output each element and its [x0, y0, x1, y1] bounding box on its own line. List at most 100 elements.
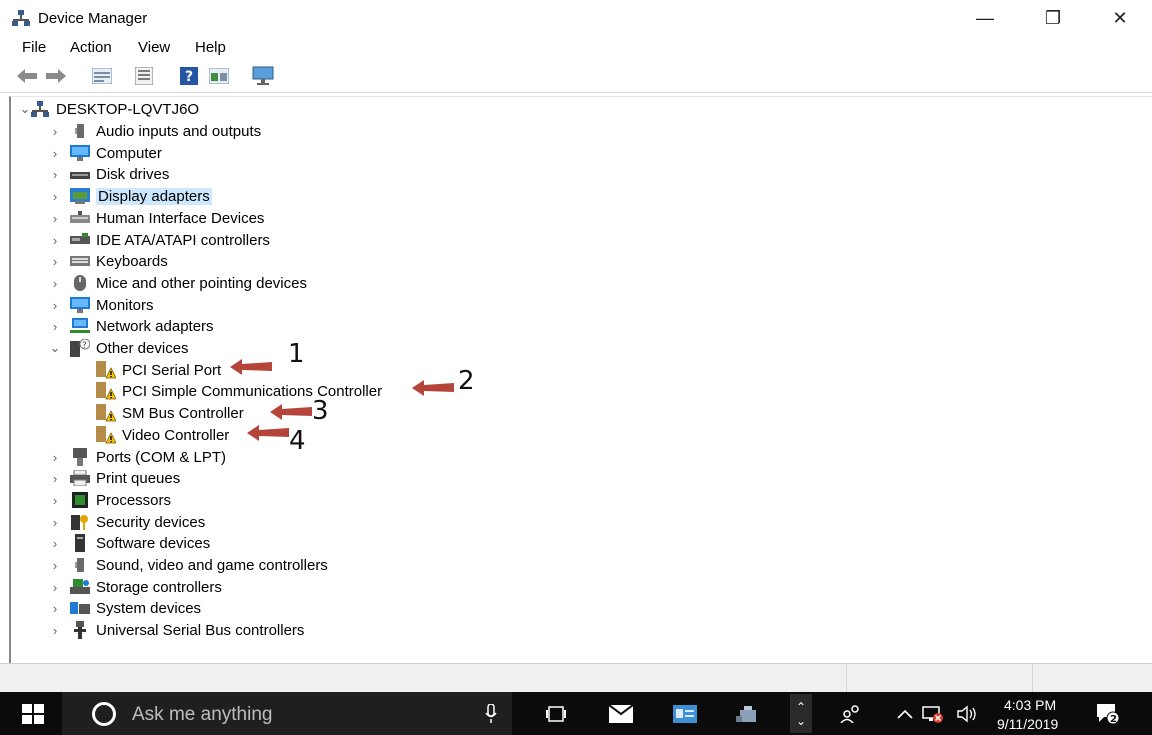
menu-action[interactable]: Action: [70, 39, 112, 56]
tree-category-item[interactable]: › Software devices: [53, 533, 210, 553]
tree-category-item[interactable]: › Print queues: [53, 468, 180, 488]
expand-chevron-icon[interactable]: ›: [48, 124, 62, 139]
network-disconnected-icon[interactable]: [920, 701, 946, 727]
tree-category-item[interactable]: › Computer: [53, 143, 162, 163]
tree-item-label: Audio inputs and outputs: [96, 122, 262, 140]
tree-root-node[interactable]: ⌄ DESKTOP-LQVTJ6O: [20, 99, 200, 119]
expand-chevron-icon[interactable]: ›: [48, 536, 62, 551]
tree-device-item[interactable]: Video Controller: [96, 425, 229, 445]
tree-category-item[interactable]: › Monitors: [53, 295, 154, 315]
close-button[interactable]: ✕: [1100, 4, 1140, 32]
help-icon[interactable]: ?: [178, 65, 200, 87]
expand-chevron-icon[interactable]: ›: [48, 233, 62, 248]
minimize-button[interactable]: —: [965, 4, 1005, 32]
ide-controller-icon: [70, 231, 90, 249]
tree-item-label: Display adapters: [96, 187, 212, 205]
warning-device-icon: [96, 361, 116, 379]
expand-chevron-icon[interactable]: ›: [48, 601, 62, 616]
expand-chevron-icon[interactable]: ›: [48, 189, 62, 204]
mail-icon[interactable]: [608, 701, 634, 727]
tree-category-item[interactable]: › Ports (COM & LPT): [53, 447, 226, 467]
tree-category-item[interactable]: › Security devices: [53, 512, 205, 532]
system-devices-icon: [70, 599, 90, 617]
tree-item-label: Video Controller: [122, 426, 230, 444]
taskbar-scroll-icon[interactable]: ⌃ ⌄: [790, 694, 812, 733]
expand-chevron-icon[interactable]: ›: [48, 493, 62, 508]
tree-item-label: Other devices: [96, 339, 189, 357]
tree-item-label: Monitors: [96, 296, 154, 314]
tree-category-item[interactable]: › Display adapters: [53, 186, 212, 206]
tree-item-label: Keyboards: [96, 252, 168, 270]
expand-chevron-icon[interactable]: ›: [48, 471, 62, 486]
warning-device-icon: [96, 426, 116, 444]
expand-chevron-icon[interactable]: ›: [48, 623, 62, 638]
forward-arrow-icon[interactable]: [45, 65, 67, 87]
disk-drive-icon: [70, 165, 90, 183]
clock-date[interactable]: 9/11/2019: [997, 716, 1058, 732]
tree-category-item[interactable]: › Mice and other pointing devices: [53, 273, 307, 293]
tree-category-item[interactable]: › Storage controllers: [53, 577, 222, 597]
expand-chevron-icon[interactable]: ›: [48, 319, 62, 334]
expand-chevron-icon[interactable]: ›: [48, 276, 62, 291]
tree-category-item[interactable]: › Universal Serial Bus controllers: [53, 620, 304, 640]
expand-chevron-icon[interactable]: ›: [48, 211, 62, 226]
tree-category-item[interactable]: › Disk drives: [53, 164, 170, 184]
tree-category-item[interactable]: › IDE ATA/ATAPI controllers: [53, 230, 270, 250]
task-view-icon[interactable]: [543, 701, 569, 727]
device-list-icon[interactable]: [133, 65, 155, 87]
expand-chevron-icon[interactable]: ›: [48, 167, 62, 182]
people-icon[interactable]: [838, 701, 864, 727]
update-driver-icon[interactable]: [208, 65, 230, 87]
cortana-search-box[interactable]: Ask me anything: [62, 692, 512, 735]
windows-start-icon[interactable]: [22, 704, 44, 724]
tree-category-item[interactable]: › Human Interface Devices: [53, 208, 265, 228]
collapse-chevron-icon[interactable]: ⌄: [48, 340, 62, 356]
expand-chevron-icon[interactable]: ›: [48, 298, 62, 313]
tree-item-label: IDE ATA/ATAPI controllers: [96, 231, 270, 249]
tree-category-item[interactable]: › Sound, video and game controllers: [53, 555, 328, 575]
tree-category-item[interactable]: › Keyboards: [53, 251, 168, 271]
tree-item-label: Storage controllers: [96, 578, 222, 596]
menu-help[interactable]: Help: [195, 39, 226, 56]
expand-chevron-icon[interactable]: ›: [48, 254, 62, 269]
tree-category-item[interactable]: › Network adapters: [53, 316, 214, 336]
tree-item-label: SM Bus Controller: [122, 404, 244, 422]
menu-file[interactable]: File: [22, 39, 46, 56]
scan-hardware-icon[interactable]: [252, 65, 274, 87]
volume-icon[interactable]: [955, 701, 981, 727]
tree-device-item[interactable]: SM Bus Controller: [96, 403, 244, 423]
expand-chevron-icon[interactable]: ›: [48, 580, 62, 595]
tree-category-item[interactable]: ⌄? Other devices: [50, 338, 189, 358]
menu-view[interactable]: View: [138, 39, 170, 56]
menu-bar: File Action View Help: [0, 36, 1152, 60]
mouse-icon: [70, 274, 90, 292]
status-bar: [0, 663, 1152, 692]
collapse-chevron-icon[interactable]: ⌄: [18, 101, 32, 117]
restore-button[interactable]: ❐: [1033, 4, 1073, 32]
tree-device-item[interactable]: PCI Simple Communications Controller: [96, 381, 382, 401]
contact-card-icon[interactable]: [672, 701, 698, 727]
printer-icon: [70, 469, 90, 487]
expand-chevron-icon[interactable]: ›: [48, 146, 62, 161]
cortana-icon: [92, 702, 116, 726]
expand-chevron-icon[interactable]: ›: [48, 515, 62, 530]
tree-item-label: Network adapters: [96, 317, 214, 335]
expand-chevron-icon[interactable]: ›: [48, 450, 62, 465]
tree-category-item[interactable]: › Processors: [53, 490, 172, 510]
microphone-icon[interactable]: [478, 701, 504, 727]
action-center-icon[interactable]: 2: [1095, 701, 1121, 727]
notification-count: 2: [1110, 714, 1117, 725]
computer-icon: [70, 144, 90, 162]
clock-time[interactable]: 4:03 PM: [1004, 697, 1056, 713]
back-arrow-icon[interactable]: [16, 65, 38, 87]
tree-category-item[interactable]: › Audio inputs and outputs: [53, 121, 262, 141]
tree-item-label: Mice and other pointing devices: [96, 274, 307, 292]
tree-device-item[interactable]: PCI Serial Port: [96, 360, 221, 380]
properties-view-icon[interactable]: [91, 65, 113, 87]
device-manager-taskbar-icon[interactable]: [735, 701, 761, 727]
expand-chevron-icon[interactable]: ›: [48, 558, 62, 573]
tree-category-item[interactable]: › System devices: [53, 598, 201, 618]
show-hidden-icons-chevron-icon[interactable]: [892, 701, 918, 727]
tree-item-label: Processors: [96, 491, 172, 509]
display-adapter-icon: [70, 187, 90, 205]
